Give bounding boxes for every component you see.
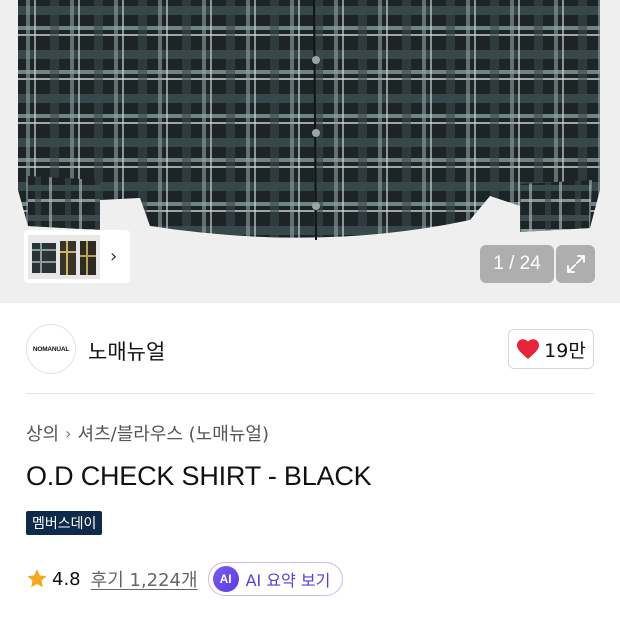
brand-name[interactable]: 노매뉴얼 [88,336,165,366]
event-badge: 멤버스데이 [26,511,103,535]
breadcrumb-item-shirts[interactable]: 셔츠/블라우스 (노매뉴얼) [78,420,269,446]
star-icon [27,569,47,588]
chevron-right-icon[interactable]: › [110,246,117,267]
brand-row: NOMANUAL 노매뉴얼 19만 [0,303,620,393]
rating-value: 4.8 [52,568,81,590]
ai-summary-button[interactable]: AI AI 요약 보기 [207,562,344,596]
breadcrumb-item-top[interactable]: 상의 [26,420,59,446]
like-button[interactable]: 19만 [508,329,594,369]
image-counter: 1 / 24 [480,245,554,283]
expand-button[interactable] [556,245,595,283]
thumbnail-strip[interactable]: › [24,230,130,283]
like-count: 19만 [544,339,586,362]
product-image-gallery[interactable]: › 1 / 24 [0,0,620,303]
breadcrumb: 상의 › 셔츠/블라우스 (노매뉴얼) [26,420,269,446]
review-count-link[interactable]: 후기 1,224개 [91,566,198,592]
chevron-right-icon: › [65,423,72,443]
brand-logo[interactable]: NOMANUAL [26,324,76,374]
product-title: O.D CHECK SHIRT - BLACK [26,461,372,491]
product-thumbnails[interactable] [28,234,100,279]
heart-icon [517,339,540,359]
expand-icon [566,255,585,273]
ai-icon: AI [212,566,239,592]
divider [26,393,594,394]
ai-summary-label: AI 요약 보기 [245,571,331,590]
rating-row: 4.8 후기 1,224개 AI AI 요약 보기 [26,562,344,596]
